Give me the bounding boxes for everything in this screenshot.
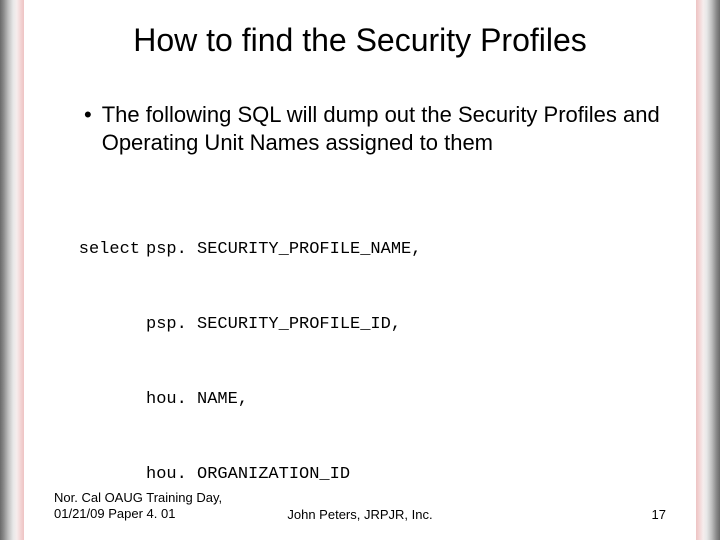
bullet-text: The following SQL will dump out the Secu… bbox=[102, 101, 666, 157]
code-text: hou. ORGANIZATION_ID bbox=[146, 465, 350, 484]
sql-code-block: select psp. SECURITY_PROFILE_NAME, psp. S… bbox=[54, 187, 666, 540]
code-line: psp. SECURITY_PROFILE_ID, bbox=[72, 312, 666, 337]
code-text: psp. SECURITY_PROFILE_NAME, bbox=[146, 240, 421, 259]
code-text: hou. NAME, bbox=[146, 390, 248, 409]
footer-left: Nor. Cal OAUG Training Day, 01/21/09 Pap… bbox=[54, 490, 222, 522]
bullet-list: • The following SQL will dump out the Se… bbox=[54, 101, 666, 157]
sql-keyword-select: select bbox=[72, 237, 140, 262]
footer-author: John Peters, JRPJR, Inc. bbox=[287, 507, 432, 522]
slide-content: How to find the Security Profiles • The … bbox=[24, 0, 696, 540]
bullet-item: • The following SQL will dump out the Se… bbox=[84, 101, 666, 157]
footer-date-paper: 01/21/09 Paper 4. 01 bbox=[54, 506, 222, 522]
slide-title: How to find the Security Profiles bbox=[54, 22, 666, 59]
bullet-marker: • bbox=[84, 101, 92, 129]
code-text: psp. SECURITY_PROFILE_ID, bbox=[146, 315, 401, 334]
footer-page-number: 17 bbox=[652, 507, 666, 522]
decorative-left-border bbox=[0, 0, 24, 540]
slide-footer: Nor. Cal OAUG Training Day, 01/21/09 Pap… bbox=[54, 490, 666, 522]
code-line: hou. NAME, bbox=[72, 387, 666, 412]
decorative-right-border bbox=[696, 0, 720, 540]
code-line: hou. ORGANIZATION_ID bbox=[72, 462, 666, 487]
footer-event: Nor. Cal OAUG Training Day, bbox=[54, 490, 222, 506]
code-line: select psp. SECURITY_PROFILE_NAME, bbox=[72, 237, 666, 262]
